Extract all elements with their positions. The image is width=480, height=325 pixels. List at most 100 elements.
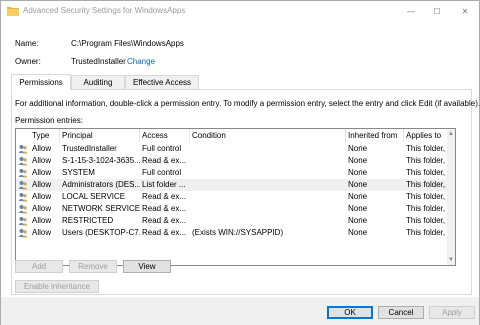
permissions-description: For additional information, double-click… xyxy=(15,99,480,108)
name-label: Name: xyxy=(15,39,39,48)
vertical-scrollbar[interactable]: ▲ ▼ xyxy=(447,129,455,265)
column-header-access[interactable]: Access xyxy=(140,129,190,143)
users-group-icon xyxy=(18,145,28,154)
table-row[interactable]: Allow TrustedInstaller Full control None Thi… xyxy=(16,143,455,155)
cell-condition xyxy=(192,143,346,155)
minimize-icon: — xyxy=(407,6,415,16)
cell-applies-to: This folder, ... xyxy=(406,156,447,165)
cell-condition xyxy=(192,215,346,227)
tab-effective-access[interactable]: Effective Access xyxy=(125,75,199,89)
cell-principal: Administrators (DES... xyxy=(62,180,140,189)
cell-inherited-from: None xyxy=(348,180,368,189)
cell-applies-to: This folder, ... xyxy=(406,180,447,189)
column-header-type[interactable]: Type xyxy=(30,129,60,143)
enable-inheritance-button[interactable]: Enable inheritance xyxy=(15,280,99,293)
table-row[interactable]: Allow LOCAL SERVICE Read & ex... None This f… xyxy=(16,191,455,203)
cell-principal: TrustedInstaller xyxy=(62,144,117,153)
users-group-icon xyxy=(18,229,28,238)
table-row[interactable]: Allow NETWORK SERVICE Read & ex... None This… xyxy=(16,203,455,215)
table-row[interactable]: Allow SYSTEM Full control None This folder, … xyxy=(16,167,455,179)
cell-condition xyxy=(192,155,346,167)
cell-applies-to: This folder, ... xyxy=(406,144,447,153)
cell-access: Read & ex... xyxy=(142,156,187,165)
cell-type: Allow xyxy=(32,216,52,225)
cell-inherited-from: None xyxy=(348,204,368,213)
owner-value: TrustedInstaller xyxy=(71,57,126,66)
cancel-button[interactable]: Cancel xyxy=(378,306,424,319)
cell-inherited-from: None xyxy=(348,168,368,177)
users-group-icon xyxy=(18,193,28,202)
cell-inherited-from: None xyxy=(348,144,368,153)
title-bar[interactable]: Advanced Security Settings for WindowsAp… xyxy=(1,1,479,21)
users-group-icon xyxy=(18,205,28,214)
users-group-icon xyxy=(18,169,28,178)
table-row[interactable]: Allow RESTRICTED Read & ex... None This fold… xyxy=(16,215,455,227)
cell-type: Allow xyxy=(32,192,52,201)
table-row[interactable]: Allow Administrators (DES... List folder .… xyxy=(16,179,455,191)
column-header-condition[interactable]: Condition xyxy=(190,129,346,143)
dialog-footer: OK Cancel Apply xyxy=(1,297,479,325)
view-button[interactable]: View xyxy=(123,260,171,273)
cell-principal: LOCAL SERVICE xyxy=(62,192,126,201)
column-header-principal[interactable]: Principal xyxy=(60,129,140,143)
cell-type: Allow xyxy=(32,228,52,237)
apply-button[interactable]: Apply xyxy=(429,306,475,319)
cell-inherited-from: None xyxy=(348,216,368,225)
table-row[interactable]: Allow Users (DESKTOP-C7... Read & ex... (Ex… xyxy=(16,227,455,239)
name-value: C:\Program Files\WindowsApps xyxy=(71,39,184,48)
cell-inherited-from: None xyxy=(348,156,368,165)
cell-condition xyxy=(192,167,346,179)
change-owner-link[interactable]: Change xyxy=(127,57,155,66)
cell-inherited-from: None xyxy=(348,228,368,237)
folder-icon xyxy=(7,7,19,16)
users-group-icon xyxy=(18,157,28,166)
maximize-icon: ☐ xyxy=(433,6,441,16)
dialog-content: Name: C:\Program Files\WindowsApps Owner… xyxy=(1,21,480,297)
cell-access: Read & ex... xyxy=(142,192,187,201)
column-header-applies-to[interactable]: Applies to xyxy=(404,129,447,143)
cell-condition: (Exists WIN://SYSAPPID) xyxy=(192,228,284,237)
cell-principal: NETWORK SERVICE xyxy=(62,204,140,213)
cell-condition xyxy=(192,191,346,203)
cell-condition xyxy=(192,203,346,215)
cell-type: Allow xyxy=(32,156,52,165)
cell-condition xyxy=(192,179,346,191)
cell-type: Allow xyxy=(32,204,52,213)
cell-type: Allow xyxy=(32,144,52,153)
maximize-button[interactable]: ☐ xyxy=(425,1,449,21)
cell-applies-to: This folder, ... xyxy=(406,192,447,201)
cell-inherited-from: None xyxy=(348,192,368,201)
table-row[interactable]: Allow S-1-15-3-1024-3635... Read & ex... No… xyxy=(16,155,455,167)
cell-access: Full control xyxy=(142,168,182,177)
cell-applies-to: This folder, ... xyxy=(406,216,447,225)
cell-type: Allow xyxy=(32,180,52,189)
scroll-down-icon[interactable]: ▼ xyxy=(447,256,455,264)
cell-applies-to: This folder, ... xyxy=(406,168,447,177)
cell-principal: Users (DESKTOP-C7... xyxy=(62,228,140,237)
cell-access: Read & ex... xyxy=(142,228,187,237)
cell-type: Allow xyxy=(32,168,52,177)
add-button[interactable]: Add xyxy=(15,260,63,273)
close-button[interactable]: ✕ xyxy=(453,1,477,21)
cell-applies-to: This folder, ... xyxy=(406,204,447,213)
list-header: Type Principal Access Condition Inherite… xyxy=(16,129,455,143)
cell-principal: S-1-15-3-1024-3635... xyxy=(62,156,140,165)
window-title: Advanced Security Settings for WindowsAp… xyxy=(23,6,186,15)
users-group-icon xyxy=(18,217,28,226)
cell-access: Read & ex... xyxy=(142,204,187,213)
ok-button[interactable]: OK xyxy=(327,306,373,319)
cell-access: List folder ... xyxy=(142,180,186,189)
tab-auditing[interactable]: Auditing xyxy=(71,75,125,89)
minimize-button[interactable]: — xyxy=(399,1,423,21)
tab-permissions[interactable]: Permissions xyxy=(11,74,71,90)
permission-entries-label: Permission entries: xyxy=(15,116,84,125)
cell-principal: SYSTEM xyxy=(62,168,95,177)
column-header-inherited-from[interactable]: Inherited from xyxy=(346,129,404,143)
cell-applies-to: This folder, ... xyxy=(406,228,447,237)
permission-entries-list[interactable]: Type Principal Access Condition Inherite… xyxy=(15,128,456,266)
cell-access: Full control xyxy=(142,144,182,153)
security-settings-window: Advanced Security Settings for WindowsAp… xyxy=(0,0,480,325)
remove-button[interactable]: Remove xyxy=(69,260,117,273)
cell-principal: RESTRICTED xyxy=(62,216,114,225)
scroll-up-icon[interactable]: ▲ xyxy=(447,130,455,138)
